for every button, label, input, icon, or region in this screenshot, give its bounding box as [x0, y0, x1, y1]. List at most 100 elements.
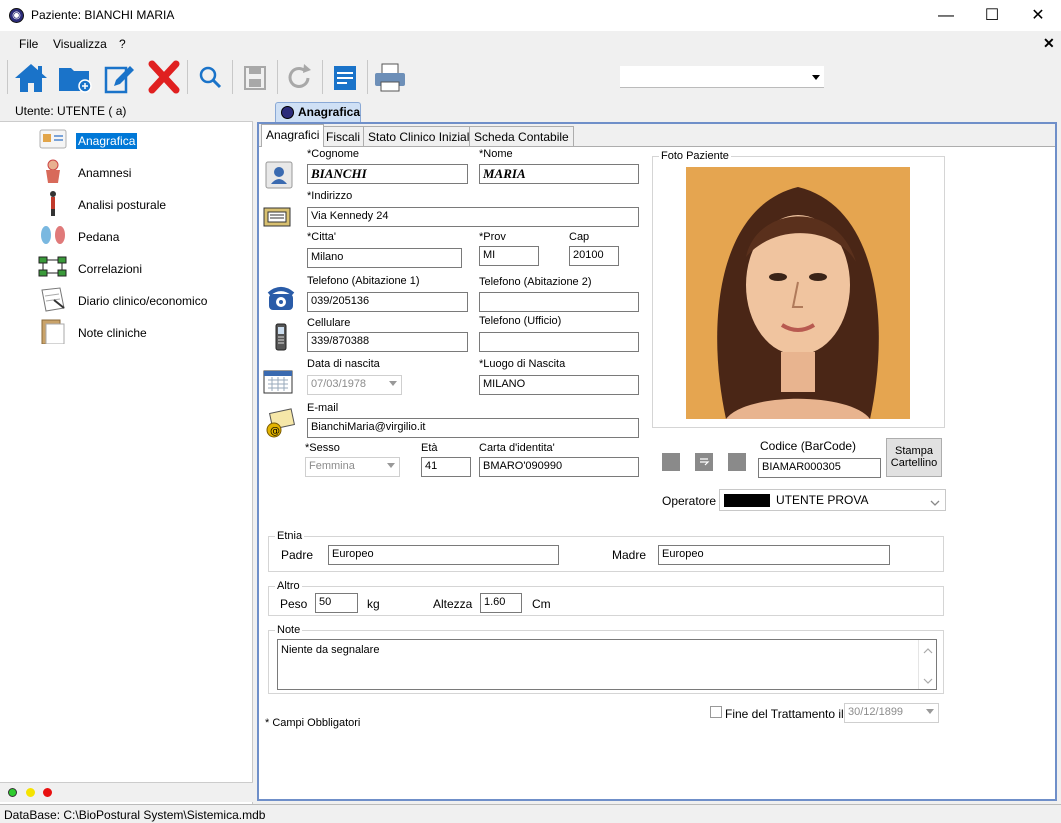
chevron-up-icon[interactable]	[923, 646, 933, 658]
eta-field[interactable]: 41	[421, 457, 471, 477]
carta-identita-label: Carta d'identita'	[479, 442, 555, 454]
barcode-field[interactable]: BIAMAR000305	[758, 458, 881, 478]
sidebar-item-note-cliniche[interactable]: Note cliniche	[36, 316, 246, 345]
save-icon[interactable]	[235, 58, 275, 96]
prov-label: *Prov	[479, 231, 506, 243]
email-icon: @	[264, 408, 296, 438]
tab-anagrafica[interactable]: Anagrafica	[275, 102, 361, 122]
eta-label: Età	[421, 442, 438, 454]
close-button[interactable]: ✕	[1015, 0, 1061, 31]
minimize-button[interactable]: —	[923, 0, 969, 31]
indirizzo-field[interactable]: Via Kennedy 24	[307, 207, 639, 227]
altezza-unit: Cm	[532, 597, 551, 611]
campi-obbligatori-note: * Campi Obbligatori	[265, 717, 361, 729]
sidebar-item-pedana[interactable]: Pedana	[36, 220, 246, 248]
tel-abitazione1-field[interactable]: 039/205136	[307, 292, 468, 312]
nome-label: *Nome	[479, 148, 513, 160]
note-textarea[interactable]: Niente da segnalare	[277, 639, 937, 690]
redo-icon[interactable]	[280, 58, 320, 96]
prov-field[interactable]: MI	[479, 246, 539, 266]
fine-trattamento-checkbox[interactable]	[710, 706, 722, 718]
chevron-down-icon	[389, 381, 397, 386]
chevron-down-icon	[926, 709, 934, 714]
fine-trattamento-value: 30/12/1899	[848, 706, 904, 718]
app-logo-icon	[281, 106, 294, 119]
mdi-close-icon[interactable]: ✕	[1043, 35, 1055, 52]
madre-field[interactable]: Europeo	[658, 545, 890, 565]
delete-icon[interactable]	[144, 58, 184, 96]
sidebar-item-analisi-posturale[interactable]: Analisi posturale	[36, 188, 246, 216]
operatore-label: Operatore	[662, 494, 717, 508]
tel-ufficio-label: Telefono (Ufficio)	[479, 315, 562, 327]
sidebar-item-anamnesi[interactable]: Anamnesi	[36, 156, 246, 184]
padre-field[interactable]: Europeo	[328, 545, 559, 565]
subtab-scheda-contabile[interactable]: Scheda Contabile	[469, 126, 574, 146]
altezza-field[interactable]: 1.60	[480, 593, 522, 613]
search-icon[interactable]	[190, 58, 230, 96]
cap-field[interactable]: 20100	[569, 246, 619, 266]
toolbar-grip	[7, 60, 8, 94]
email-field[interactable]: BianchiMaria@virgilio.it	[307, 418, 639, 438]
sidebar-item-anagrafica[interactable]: Anagrafica	[36, 124, 246, 152]
data-nascita-field[interactable]: 07/03/1978	[307, 375, 402, 395]
led-yellow-icon	[26, 788, 35, 797]
patient-photo[interactable]	[686, 167, 910, 419]
print-icon[interactable]	[370, 58, 410, 96]
list-icon[interactable]	[325, 58, 365, 96]
foto-paziente-label: Foto Paziente	[659, 150, 731, 162]
chevron-down-icon[interactable]	[923, 676, 933, 688]
clipboard-icon	[36, 318, 70, 345]
edit-icon[interactable]	[100, 58, 140, 96]
stampa-cartellino-button[interactable]: Stampa Cartellino	[886, 438, 942, 477]
madre-label: Madre	[612, 548, 647, 562]
toolbar-combo[interactable]	[620, 66, 824, 88]
menu-visualizza[interactable]: Visualizza	[53, 37, 107, 51]
operatore-select[interactable]: UTENTE PROVA	[719, 489, 946, 511]
cognome-field[interactable]: BIANCHI	[307, 164, 468, 184]
menu-help[interactable]: ?	[119, 37, 126, 51]
note-title: Note	[275, 624, 303, 636]
posture-icon	[36, 190, 70, 216]
photo-delete-button[interactable]	[728, 453, 746, 471]
chevron-down-icon	[930, 496, 940, 510]
svg-text:@: @	[270, 426, 280, 437]
sidebar-item-correlazioni[interactable]: Correlazioni	[36, 252, 246, 280]
subtab-fiscali[interactable]: Fiscali	[321, 126, 366, 146]
id-card-icon	[36, 126, 70, 152]
led-green-icon	[8, 788, 17, 797]
etnia-title: Etnia	[275, 530, 305, 542]
toolbar-separator	[232, 60, 233, 94]
peso-field[interactable]: 50	[315, 593, 358, 613]
home-icon[interactable]	[11, 58, 51, 96]
photo-load-button[interactable]	[662, 453, 680, 471]
note-scrollbar[interactable]	[918, 640, 936, 689]
chevron-down-icon	[812, 75, 820, 80]
toolbar-separator	[367, 60, 368, 94]
maximize-button[interactable]: ☐	[969, 0, 1015, 31]
folder-add-icon[interactable]	[55, 58, 95, 96]
tel-abitazione2-field[interactable]	[479, 292, 639, 312]
altezza-label: Altezza	[433, 597, 473, 611]
notebook-icon	[36, 286, 70, 312]
window-title: Paziente: BIANCHI MARIA	[31, 8, 175, 22]
fine-trattamento-date[interactable]: 30/12/1899	[844, 703, 939, 723]
photo-edit-button[interactable]	[695, 453, 713, 471]
menu-file[interactable]: File	[19, 37, 38, 51]
nome-field[interactable]: MARIA	[479, 164, 639, 184]
cellulare-field[interactable]: 339/870388	[307, 332, 468, 352]
carta-identita-field[interactable]: BMARO'090990	[479, 457, 639, 477]
luogo-nascita-field[interactable]: MILANO	[479, 375, 639, 395]
sesso-select[interactable]: Femmina	[305, 457, 400, 477]
sidebar-item-diario[interactable]: Diario clinico/economico	[36, 284, 246, 312]
chevron-down-icon	[387, 463, 395, 468]
tel-abitazione2-label: Telefono (Abitazione 2)	[479, 276, 592, 288]
network-icon	[36, 254, 70, 280]
citta-field[interactable]: Milano	[307, 248, 462, 268]
subtab-anagrafici[interactable]: Anagrafici	[261, 124, 325, 147]
toolbar-separator	[322, 60, 323, 94]
sidebar-item-label: Anamnesi	[78, 166, 132, 180]
tel-ufficio-field[interactable]	[479, 332, 639, 352]
status-bar: DataBase: C:\BioPostural System\Sistemic…	[0, 804, 1061, 823]
subtab-stato-clinico[interactable]: Stato Clinico Iniziale	[363, 126, 482, 146]
sidebar-item-label: Correlazioni	[78, 262, 143, 276]
